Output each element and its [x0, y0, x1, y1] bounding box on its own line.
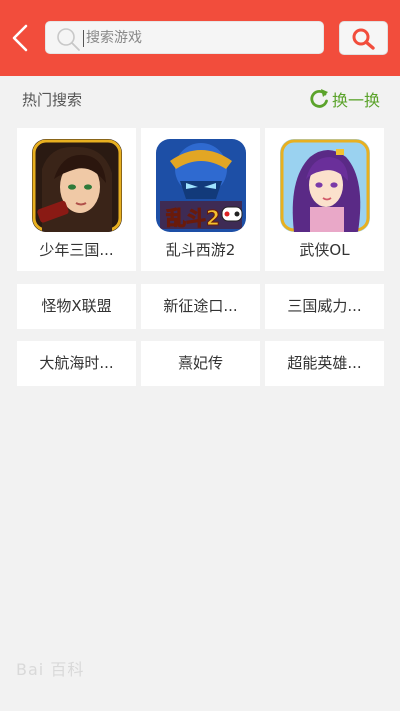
game-name: 乱斗西游2: [165, 241, 236, 259]
back-button[interactable]: [6, 20, 36, 56]
keyword-tag[interactable]: 新征途口...: [141, 284, 260, 329]
search-box[interactable]: [45, 21, 324, 54]
keyword-tag[interactable]: 大航海时...: [17, 341, 136, 386]
back-chevron-icon: [12, 24, 28, 52]
game-card[interactable]: 武侠OL: [265, 128, 384, 271]
watermark: Bai 百科: [16, 660, 85, 679]
keyword-tag[interactable]: 熹妃传: [141, 341, 260, 386]
game-icon-shaonian-sanguo: [32, 139, 122, 232]
keyword-tag[interactable]: 三国威力...: [265, 284, 384, 329]
refresh-icon: [310, 89, 328, 108]
game-card[interactable]: 少年三国...: [17, 128, 136, 271]
game-name: 武侠OL: [299, 241, 350, 259]
keyword-tag[interactable]: 怪物X联盟: [17, 284, 136, 329]
game-card[interactable]: 乱斗2 乱斗西游2: [141, 128, 260, 271]
top-bar: [0, 0, 400, 76]
keyword-tag[interactable]: 超能英雄...: [265, 341, 384, 386]
svg-text:乱斗2: 乱斗2: [166, 206, 220, 230]
refresh-button[interactable]: 换一换: [309, 86, 380, 112]
refresh-label: 换一换: [332, 91, 381, 110]
search-button[interactable]: [339, 21, 388, 55]
search-input[interactable]: [84, 22, 316, 53]
game-icon-luandou-xiyou2: 乱斗2: [156, 139, 246, 232]
game-icon-wuxia-ol: [280, 139, 370, 232]
game-name: 少年三国...: [39, 241, 114, 259]
magnifier-icon: [57, 28, 80, 51]
search-icon: [352, 28, 375, 50]
hot-search-title: 热门搜索: [22, 91, 83, 109]
